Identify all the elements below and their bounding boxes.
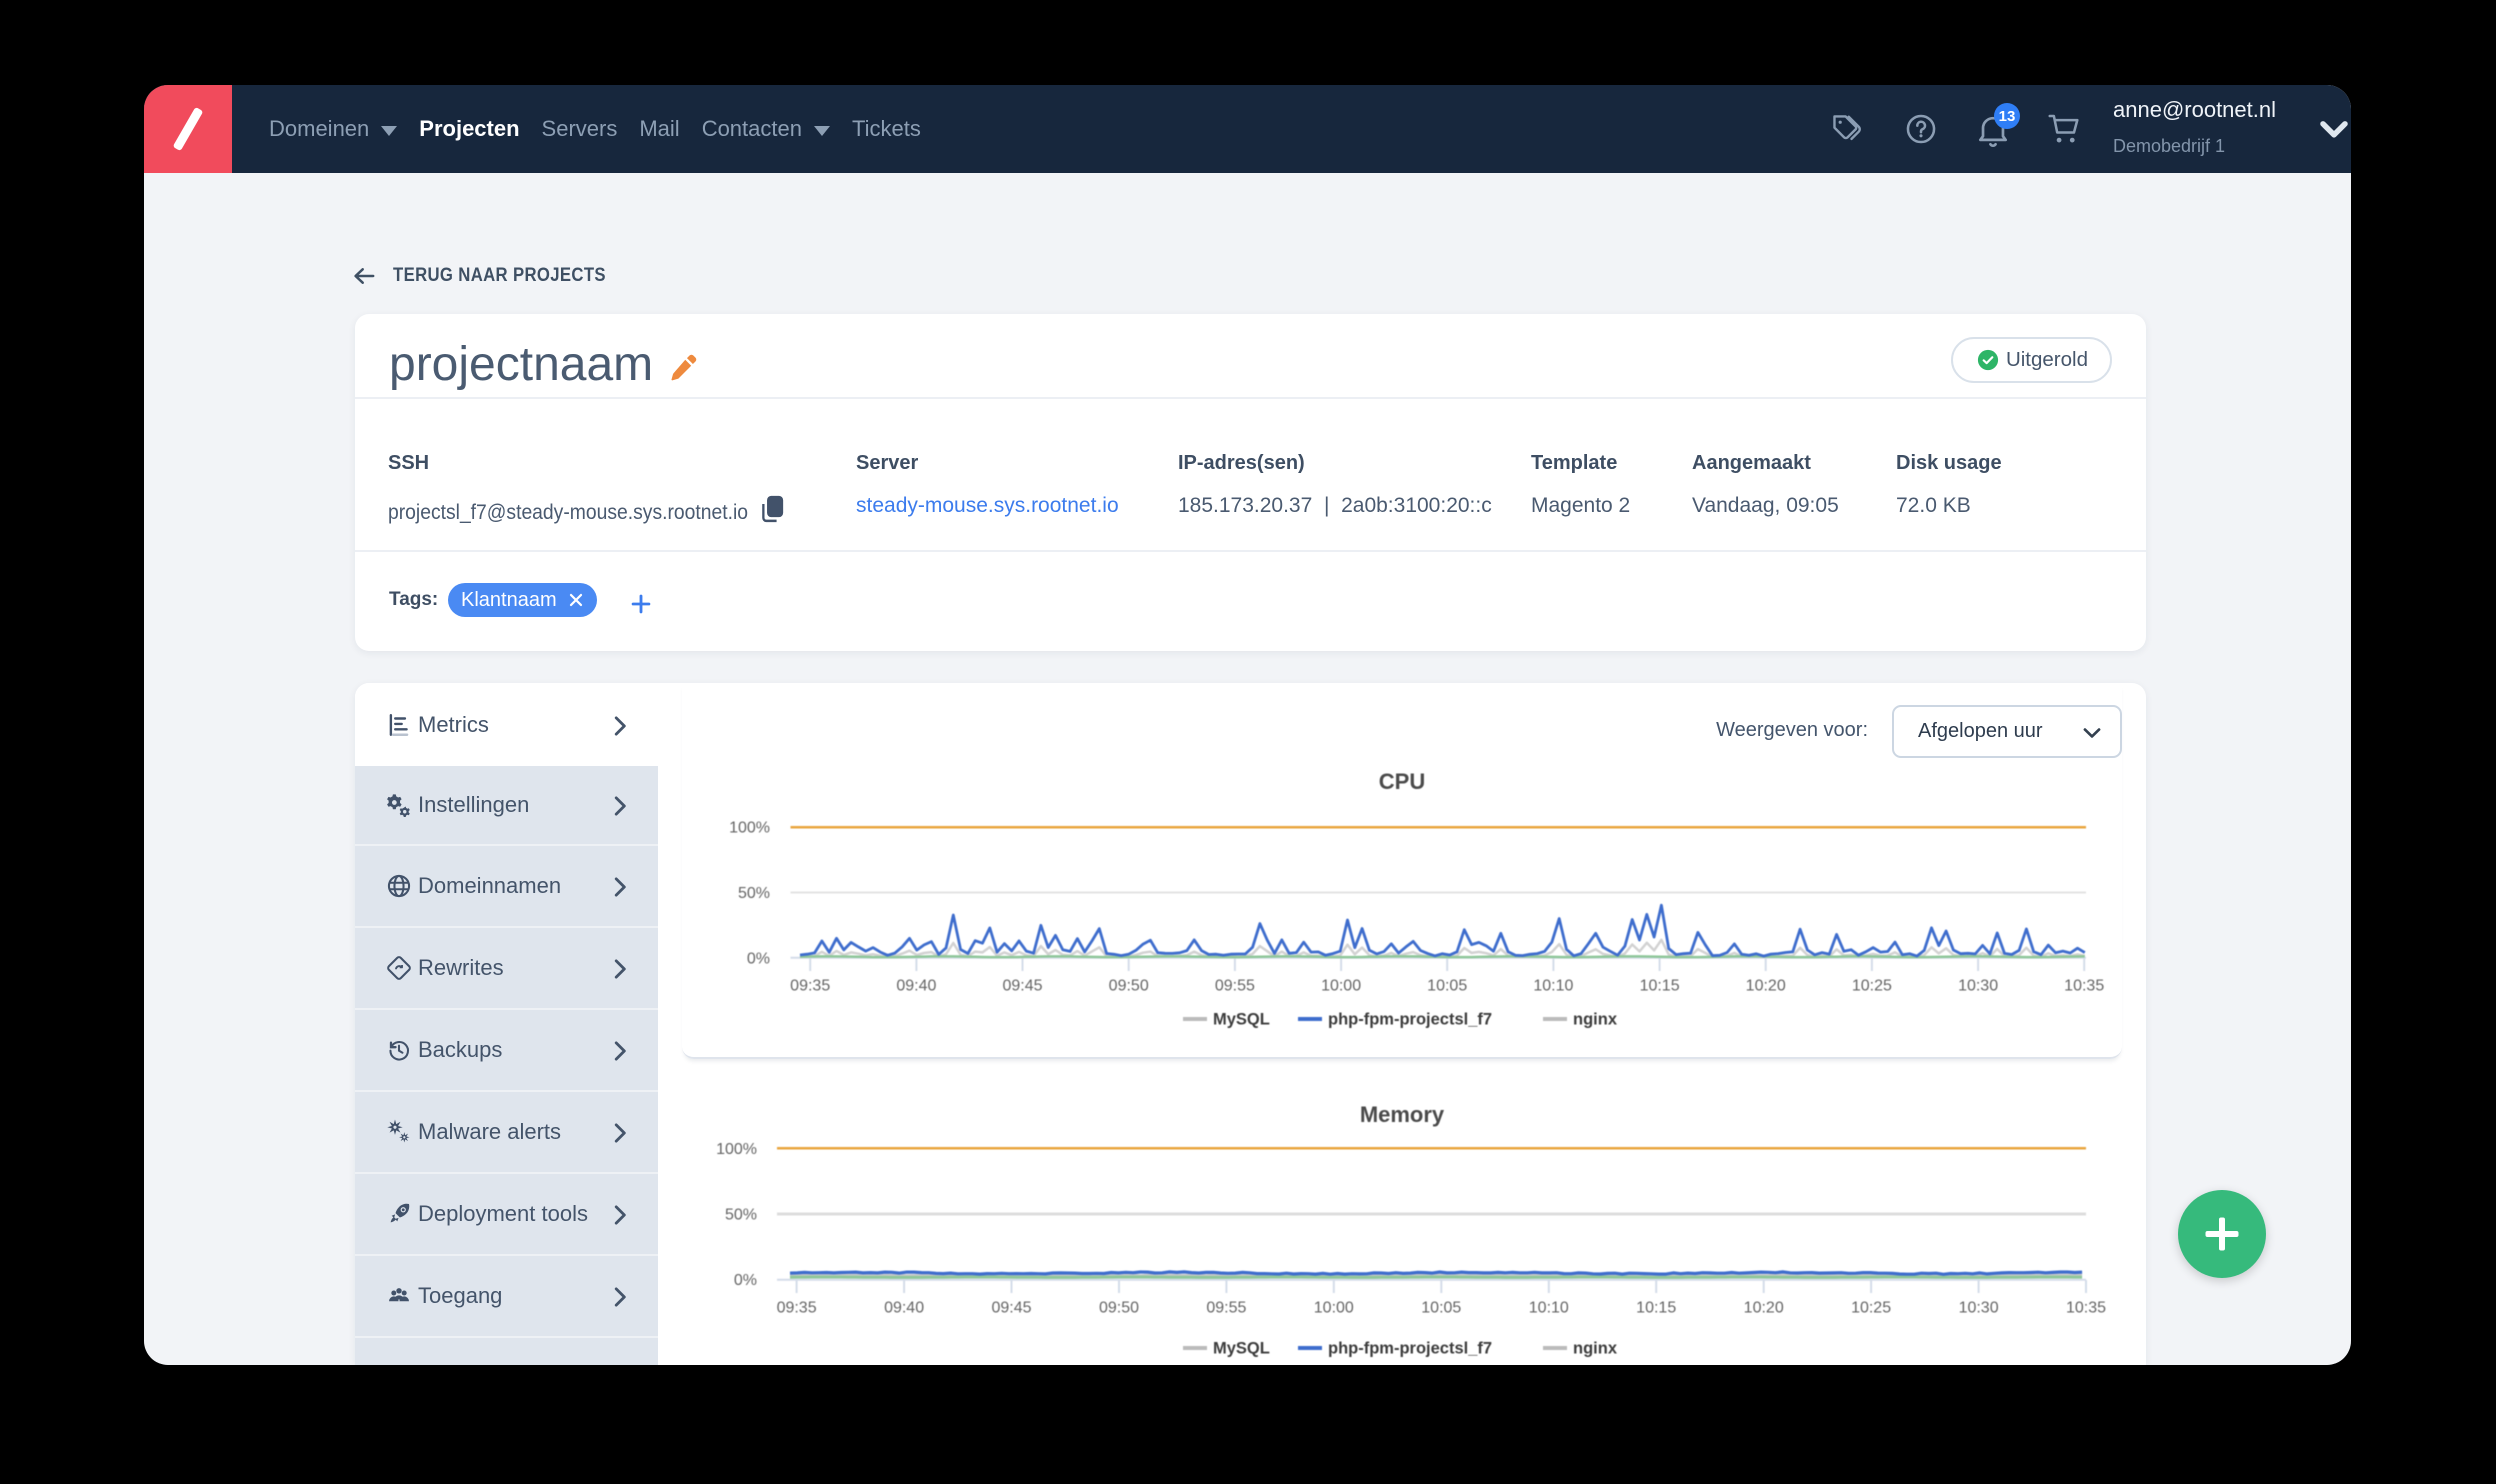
svg-text:09:35: 09:35 — [777, 1300, 817, 1317]
svg-text:php-fpm-projectsl_f7: php-fpm-projectsl_f7 — [1328, 1340, 1492, 1358]
svg-text:10:10: 10:10 — [1533, 978, 1573, 995]
svg-text:10:10: 10:10 — [1529, 1300, 1569, 1317]
svg-text:09:50: 09:50 — [1109, 978, 1149, 995]
svg-text:09:40: 09:40 — [884, 1300, 924, 1317]
svg-text:10:05: 10:05 — [1427, 978, 1467, 995]
svg-text:10:05: 10:05 — [1421, 1300, 1461, 1317]
svg-text:10:35: 10:35 — [2064, 978, 2104, 995]
svg-text:100%: 100% — [716, 1141, 757, 1158]
svg-text:09:40: 09:40 — [896, 978, 936, 995]
svg-text:100%: 100% — [729, 820, 770, 837]
svg-text:Memory: Memory — [1360, 1102, 1445, 1127]
svg-text:nginx: nginx — [1573, 1340, 1618, 1358]
svg-text:10:00: 10:00 — [1314, 1300, 1354, 1317]
svg-text:09:35: 09:35 — [790, 978, 830, 995]
svg-text:10:25: 10:25 — [1852, 978, 1892, 995]
svg-text:10:15: 10:15 — [1636, 1300, 1676, 1317]
svg-text:10:30: 10:30 — [1958, 978, 1998, 995]
svg-text:09:45: 09:45 — [1002, 978, 1042, 995]
svg-text:10:20: 10:20 — [1746, 978, 1786, 995]
svg-text:09:45: 09:45 — [991, 1300, 1031, 1317]
svg-text:0%: 0% — [747, 950, 770, 967]
svg-text:50%: 50% — [738, 885, 770, 902]
svg-text:MySQL: MySQL — [1213, 1340, 1270, 1358]
svg-text:0%: 0% — [734, 1272, 757, 1289]
svg-text:09:55: 09:55 — [1206, 1300, 1246, 1317]
svg-text:10:30: 10:30 — [1959, 1300, 1999, 1317]
svg-text:10:25: 10:25 — [1851, 1300, 1891, 1317]
svg-text:10:20: 10:20 — [1744, 1300, 1784, 1317]
svg-text:nginx: nginx — [1573, 1011, 1618, 1029]
svg-text:php-fpm-projectsl_f7: php-fpm-projectsl_f7 — [1328, 1011, 1492, 1029]
svg-text:CPU: CPU — [1379, 769, 1425, 794]
svg-text:10:15: 10:15 — [1640, 978, 1680, 995]
svg-text:09:55: 09:55 — [1215, 978, 1255, 995]
svg-text:10:00: 10:00 — [1321, 978, 1361, 995]
svg-text:50%: 50% — [725, 1207, 757, 1224]
svg-text:10:35: 10:35 — [2066, 1300, 2106, 1317]
svg-text:09:50: 09:50 — [1099, 1300, 1139, 1317]
svg-text:MySQL: MySQL — [1213, 1011, 1270, 1029]
